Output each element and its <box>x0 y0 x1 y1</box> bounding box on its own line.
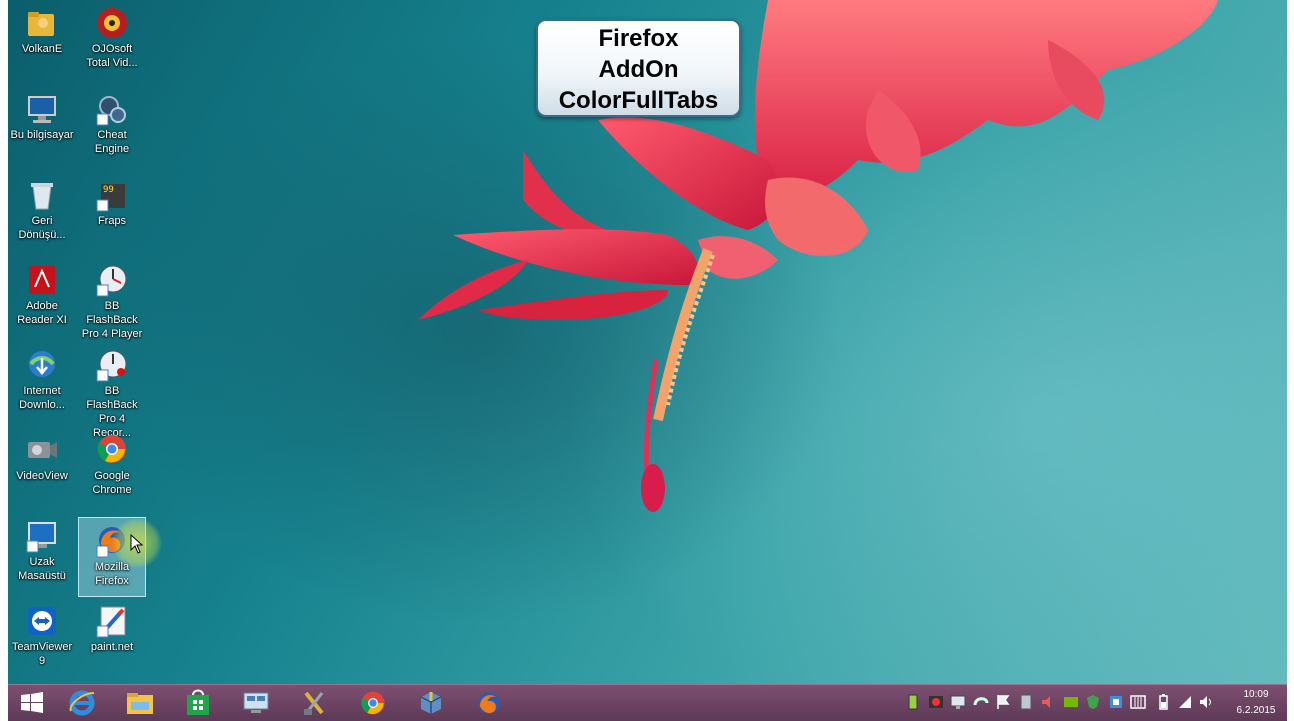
flashback-recorder-icon <box>96 350 127 382</box>
title-line-2: AddOn <box>598 56 679 83</box>
taskbar-internet-explorer[interactable] <box>62 687 102 719</box>
taskbar-file-explorer[interactable] <box>120 687 160 719</box>
desktop-icon-label: TeamViewer 9 <box>11 641 73 667</box>
desktop-icon-recycle-bin[interactable]: Geri Dönüşü... <box>8 172 76 252</box>
title-line-1: Firefox <box>598 25 679 52</box>
desktop-icon-flashback-player[interactable]: BB FlashBack Pro 4 Player <box>78 257 146 340</box>
taskbar-network-app[interactable] <box>236 687 276 719</box>
desktop-icon-label: VolkanE <box>21 43 63 55</box>
taskbar-google-chrome[interactable] <box>353 687 393 719</box>
network-tray-icon[interactable] <box>1108 693 1124 711</box>
video-title-card: Firefox AddOn ColorFullTabs <box>536 19 741 117</box>
device-tray-icon[interactable] <box>1018 693 1034 711</box>
remote-desktop-icon <box>26 522 56 553</box>
store-icon <box>187 689 209 715</box>
videoview-icon <box>28 442 57 458</box>
recycle-bin-icon <box>31 183 53 210</box>
paint-net-icon <box>96 606 126 638</box>
desktop-icon-label: Google Chrome <box>92 470 132 496</box>
tools-app-icon <box>304 691 324 715</box>
taskbar: 10:09 6.2.2015 <box>8 684 1287 721</box>
svg-text:99: 99 <box>103 185 114 195</box>
chrome-icon <box>361 691 385 715</box>
cheat-engine-icon <box>96 96 126 126</box>
internet-download-manager-icon <box>29 351 55 377</box>
desktop-icon-label: paint.net <box>90 641 134 653</box>
desktop-icon-label: Bu bilgisayar <box>10 129 74 141</box>
desktop-icon-flashback-recorder[interactable]: BB FlashBack Pro 4 Recor... <box>78 342 146 439</box>
desktop-icon-label: Geri Dönüşü... <box>18 215 66 241</box>
teamviewer-icon <box>28 607 56 635</box>
taskbar-package-app[interactable] <box>411 687 451 719</box>
start-icon <box>21 692 43 713</box>
keyboard-tray-icon[interactable] <box>1130 693 1146 711</box>
battery-tray-icon[interactable] <box>1155 693 1171 711</box>
title-line-3: ColorFullTabs <box>558 87 719 114</box>
desktop-icon-internet-download-manager[interactable]: Internet Downlo... <box>8 342 76 422</box>
desktop-icon-volkane[interactable]: VolkanE <box>8 0 76 80</box>
desktop-icon-adobe-reader[interactable]: Adobe Reader XI <box>8 257 76 337</box>
adobe-reader-icon <box>29 266 55 294</box>
flashback-player-icon <box>96 265 127 297</box>
taskbar-store[interactable] <box>178 687 218 719</box>
desktop-icon-teamviewer[interactable]: TeamViewer 9 <box>8 598 76 678</box>
desktop-icon-label: Adobe Reader XI <box>17 300 67 326</box>
desktop-icon-ojosoft[interactable]: OJOsoft Total Vid... <box>78 0 146 80</box>
fraps-icon: 99 <box>96 184 125 212</box>
chrome-icon <box>97 435 126 463</box>
user-folder-icon <box>28 12 54 36</box>
taskbar-clock[interactable]: 10:09 6.2.2015 <box>1228 687 1284 719</box>
file-explorer-icon <box>127 693 153 714</box>
signal-tray-icon[interactable] <box>1177 693 1193 711</box>
this-pc-icon <box>28 96 56 123</box>
mouse-pointer-icon <box>130 534 144 554</box>
taskbar-mozilla-firefox[interactable] <box>469 687 509 719</box>
internet-explorer-icon <box>69 690 95 716</box>
shield-tray-icon[interactable] <box>1085 693 1101 711</box>
desktop-icon-label: Internet Downlo... <box>19 385 65 411</box>
start-button[interactable] <box>12 687 52 719</box>
desktop-icon-label: Cheat Engine <box>94 129 130 155</box>
desktop-icon-label: Fraps <box>97 215 127 227</box>
desktop-icon-remote-desktop[interactable]: Uzak Masaüstü <box>8 513 76 593</box>
desktop-icon-label: BB FlashBack Pro 4 Player <box>81 300 143 340</box>
desktop-icon-label: Uzak Masaüstü <box>18 556 66 582</box>
sync-tray-icon[interactable] <box>973 693 989 711</box>
taskbar-tools-app[interactable] <box>294 687 334 719</box>
network-app-icon <box>243 692 269 713</box>
desktop-icon-fraps[interactable]: 99 Fraps <box>78 172 146 252</box>
package-icon <box>420 692 442 714</box>
monitor-tray-icon[interactable] <box>950 693 966 711</box>
desktop-icon-this-pc[interactable]: Bu bilgisayar <box>8 86 76 166</box>
desktop-icon-label: VideoView <box>16 470 68 482</box>
desktop[interactable]: VolkanE OJOsoft Total Vid... Bu bilgisay… <box>8 0 1287 684</box>
desktop-icon-paint-net[interactable]: paint.net <box>78 598 146 678</box>
nvidia-tray-icon[interactable] <box>1063 693 1079 711</box>
battery-app-icon[interactable] <box>905 693 921 711</box>
speaker-alert-icon[interactable] <box>1040 693 1056 711</box>
clock-time: 10:09 <box>1243 689 1269 700</box>
desktop-icon-label: OJOsoft Total Vid... <box>86 43 138 69</box>
flag-tray-icon[interactable] <box>995 693 1011 711</box>
desktop-icon-google-chrome[interactable]: Google Chrome <box>78 427 146 507</box>
desktop-icon-cheat-engine[interactable]: Cheat Engine <box>78 86 146 166</box>
firefox-icon <box>478 692 500 714</box>
record-tray-icon[interactable] <box>928 693 944 711</box>
clock-date: 6.2.2015 <box>1236 705 1276 716</box>
desktop-icon-videoview[interactable]: VideoView <box>8 427 76 507</box>
ojosoft-icon <box>97 8 127 38</box>
volume-icon[interactable] <box>1198 693 1214 711</box>
